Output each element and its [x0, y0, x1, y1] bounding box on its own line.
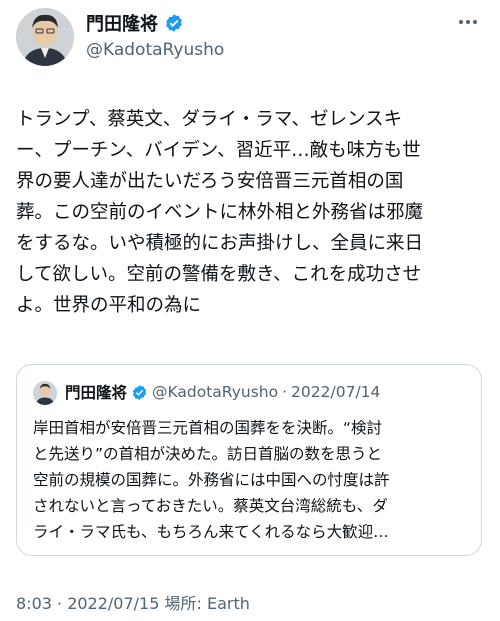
avatar-photo-icon	[16, 8, 74, 66]
quoted-line: 空前の規模の国葬に。外務省には中国への忖度は許	[33, 471, 390, 489]
quoted-line: 岸田首相が安倍晋三元首相の国葬をを決断。“検討	[33, 419, 383, 437]
quoted-tweet-text: 岸田首相が安倍晋三元首相の国葬をを決断。“検討 と先送り”の首相が決めた。訪日首…	[33, 415, 390, 545]
tweet-line: 葬。この空前のイベントに林外相と外務省は邪魔	[16, 202, 424, 223]
quoted-date: 2022/07/14	[291, 383, 381, 401]
verified-badge-icon	[132, 384, 147, 400]
quoted-tweet-header: 門田隆将 @KadotaRyusho · 2022/07/14	[65, 381, 380, 403]
quoted-tweet-card[interactable]: 門田隆将 @KadotaRyusho · 2022/07/14 岸田首相が安倍晋…	[16, 364, 482, 556]
quoted-line: と先送り”の首相が決めた。訪日首脳の数を思うと	[33, 445, 383, 463]
author-name-row[interactable]: 門田隆将	[86, 10, 184, 36]
quoted-line: されないと言っておきたい。蔡英文台湾総統も、ダ	[33, 497, 388, 515]
tweet-line: 界の要人達が出たいだろう安倍晋三元首相の国	[16, 171, 404, 192]
author-handle[interactable]: @KadotaRyusho	[86, 40, 224, 60]
author-avatar[interactable]	[16, 8, 74, 66]
tweet-line: して欲しい。空前の警備を敷き、これを成功させ	[16, 264, 422, 285]
tweet-text: トランプ、蔡英文、ダライ・ラマ、ゼレンスキ ー、プーチン、バイデン、習近平…敵も…	[16, 104, 486, 321]
tweet-line: よ。世界の平和の為に	[16, 295, 202, 316]
tweet-line: をするな。いや積極的にお声掛けし、全員に来日	[16, 233, 424, 254]
verified-badge-icon	[166, 14, 182, 32]
quoted-line: ライ・ラマ氏も、もちろん来てくれるなら大歓迎…	[33, 523, 389, 541]
avatar-photo-icon	[33, 381, 57, 405]
quoted-display-name: 門田隆将	[65, 384, 128, 402]
quoted-separator: ·	[282, 383, 288, 401]
tweet-line: ー、プーチン、バイデン、習近平…敵も味方も世	[16, 140, 421, 161]
quoted-handle: @KadotaRyusho	[152, 383, 279, 401]
tweet-timestamp-location[interactable]: 8:03 · 2022/07/15 場所: Earth	[16, 590, 250, 614]
quoted-author-avatar	[33, 381, 57, 405]
author-display-name[interactable]: 門田隆将	[86, 10, 158, 36]
tweet-line: トランプ、蔡英文、ダライ・ラマ、ゼレンスキ	[16, 109, 403, 130]
more-options-icon[interactable]	[454, 12, 482, 32]
